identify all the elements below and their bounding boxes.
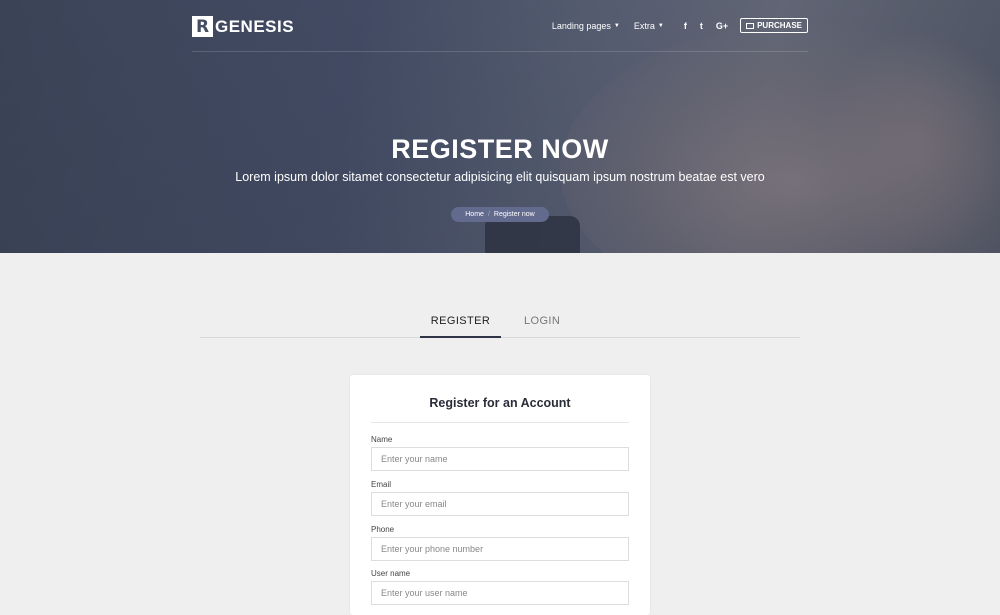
divider [371, 422, 629, 423]
logo-mark: R [192, 16, 213, 37]
logo[interactable]: R GENESIS [192, 16, 294, 37]
nav-extra[interactable]: Extra ▼ [634, 21, 664, 31]
register-card: Register for an Account Name Enter your … [350, 375, 650, 615]
phone-field[interactable]: Enter your phone number [371, 537, 629, 561]
logo-text: GENESIS [215, 16, 295, 36]
facebook-icon[interactable]: f [684, 21, 687, 31]
email-field[interactable]: Enter your email [371, 492, 629, 516]
page-title: REGISTER NOW [391, 134, 609, 164]
breadcrumb-current: Register now [493, 211, 535, 218]
breadcrumb: Home / Register now [451, 207, 549, 222]
chevron-down-icon: ▼ [657, 22, 664, 29]
twitter-icon[interactable]: t [700, 21, 703, 31]
envelope-icon [746, 22, 755, 29]
username-label: User name [371, 569, 411, 578]
tab-login[interactable]: LOGIN [524, 315, 560, 338]
phone-label: Phone [371, 525, 395, 534]
page-subtitle: Lorem ipsum dolor sitamet consectetur ad… [235, 170, 765, 184]
chevron-down-icon: ▼ [613, 22, 620, 29]
breadcrumb-home[interactable]: Home [465, 211, 484, 218]
name-label: Name [371, 435, 393, 444]
auth-tabs: REGISTER LOGIN [200, 310, 800, 338]
username-field[interactable]: Enter your user name [371, 581, 629, 605]
register-card-title: Register for an Account [429, 396, 571, 410]
nav-extra-label: Extra [633, 20, 655, 31]
google-plus-icon[interactable]: G+ [716, 21, 728, 31]
navbar: R GENESIS Landing pages ▼ Extra ▼ f t G+… [192, 0, 808, 52]
breadcrumb-separator: / [487, 211, 490, 218]
name-field[interactable]: Enter your name [371, 447, 629, 471]
tab-register[interactable]: REGISTER [420, 315, 501, 338]
hero-banner: R GENESIS Landing pages ▼ Extra ▼ f t G+… [0, 0, 1000, 253]
nav-menu: Landing pages ▼ Extra ▼ f t G+ PURCHASE [538, 18, 808, 33]
nav-landing-pages[interactable]: Landing pages ▼ [552, 21, 620, 31]
nav-landing-pages-label: Landing pages [551, 20, 611, 31]
purchase-button[interactable]: PURCHASE [740, 18, 808, 33]
purchase-label: PURCHASE [757, 21, 802, 30]
email-label: Email [371, 480, 392, 489]
